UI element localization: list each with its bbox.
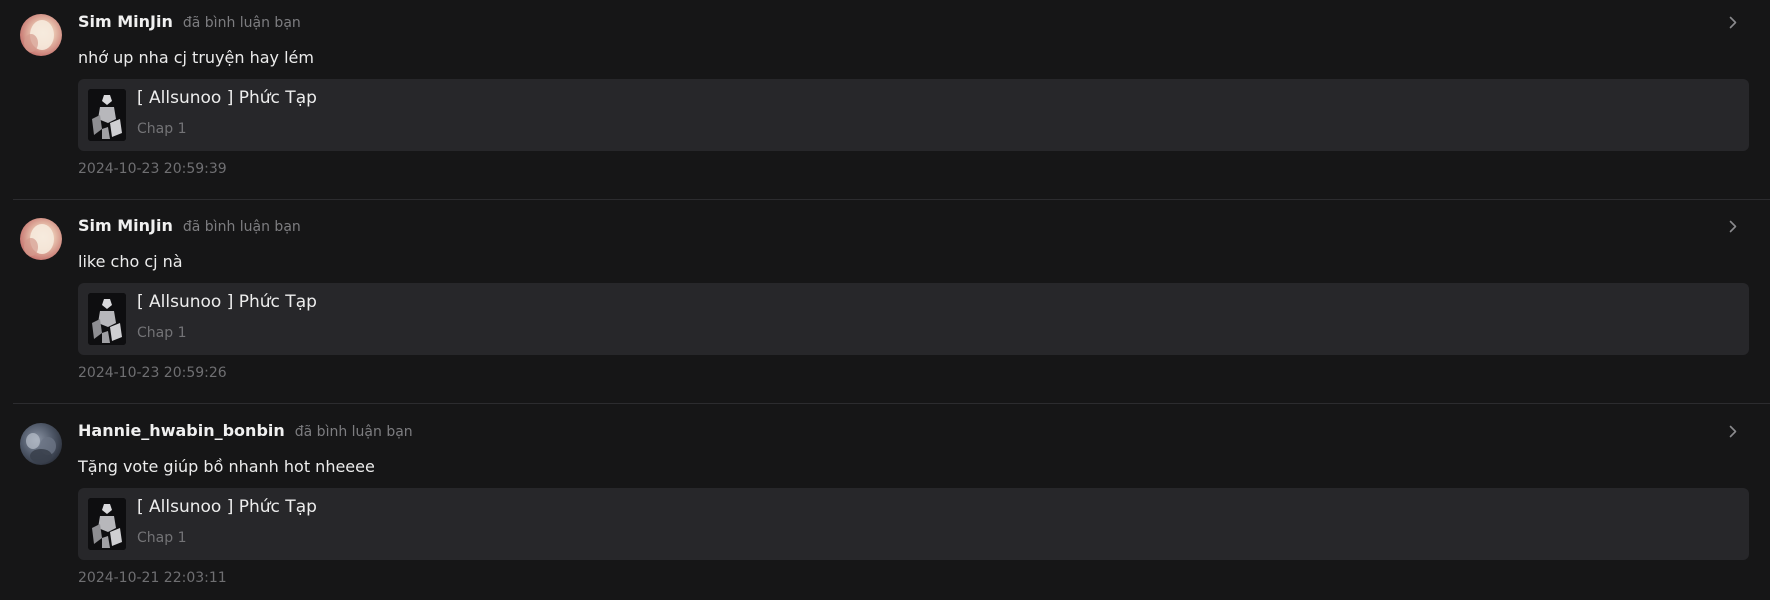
story-title[interactable]: [ Allsunoo ] Phức Tạp	[137, 88, 317, 108]
story-cover-icon	[88, 293, 126, 345]
user-avatar-icon[interactable]	[20, 218, 62, 260]
notification-list: Sim MinJin đã bình luận bạn nhớ up nha c…	[0, 0, 1770, 600]
notification-header: Sim MinJin đã bình luận bạn	[78, 12, 301, 34]
story-card[interactable]: [ Allsunoo ] Phức Tạp Chap 1	[78, 79, 1749, 151]
notification-item[interactable]: Sim MinJin đã bình luận bạn like cho cj …	[0, 204, 1770, 408]
chapter-label: Chap 1	[137, 530, 187, 546]
story-title[interactable]: [ Allsunoo ] Phức Tạp	[137, 497, 317, 517]
comment-text: like cho cj nà	[78, 252, 183, 271]
timestamp: 2024-10-23 20:59:39	[78, 161, 227, 177]
comment-text: Tặng vote giúp bồ nhanh hot nheeee	[78, 457, 375, 476]
story-title[interactable]: [ Allsunoo ] Phức Tạp	[137, 292, 317, 312]
username[interactable]: Sim MinJin	[78, 12, 173, 31]
story-cover-icon	[88, 89, 126, 141]
notification-item[interactable]: Hannie_hwabin_bonbin đã bình luận bạn Tặ…	[0, 409, 1770, 600]
user-avatar-icon[interactable]	[20, 423, 62, 465]
chevron-right-icon[interactable]	[1726, 12, 1740, 32]
notification-header: Hannie_hwabin_bonbin đã bình luận bạn	[78, 421, 413, 443]
username[interactable]: Hannie_hwabin_bonbin	[78, 421, 285, 440]
divider	[13, 403, 1770, 404]
action-text: đã bình luận bạn	[182, 219, 301, 235]
story-cover-icon	[88, 498, 126, 550]
notification-item[interactable]: Sim MinJin đã bình luận bạn nhớ up nha c…	[0, 0, 1770, 204]
comment-text: nhớ up nha cj truyện hay lém	[78, 48, 314, 67]
timestamp: 2024-10-23 20:59:26	[78, 365, 227, 381]
action-text: đã bình luận bạn	[182, 15, 301, 31]
chapter-label: Chap 1	[137, 121, 187, 137]
action-text: đã bình luận bạn	[294, 424, 413, 440]
story-card[interactable]: [ Allsunoo ] Phức Tạp Chap 1	[78, 488, 1749, 560]
user-avatar-icon[interactable]	[20, 14, 62, 56]
story-card[interactable]: [ Allsunoo ] Phức Tạp Chap 1	[78, 283, 1749, 355]
chevron-right-icon[interactable]	[1726, 216, 1740, 236]
notification-header: Sim MinJin đã bình luận bạn	[78, 216, 301, 238]
chapter-label: Chap 1	[137, 325, 187, 341]
timestamp: 2024-10-21 22:03:11	[78, 570, 227, 586]
chevron-right-icon[interactable]	[1726, 421, 1740, 441]
divider	[13, 199, 1770, 200]
username[interactable]: Sim MinJin	[78, 216, 173, 235]
